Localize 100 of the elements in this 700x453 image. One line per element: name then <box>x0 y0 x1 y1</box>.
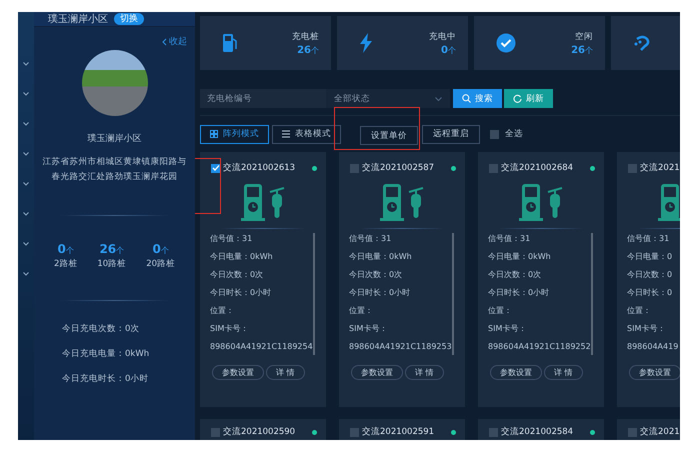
grid-icon[interactable] <box>210 130 218 138</box>
details-button[interactable]: 详 情 <box>405 365 444 380</box>
site-address: 江苏省苏州市相城区黄埭镇康阳路与春光路交汇处路劲璞玉澜岸花园 <box>42 156 188 184</box>
collapse-link[interactable]: 收起 <box>162 35 187 48</box>
chevron-down-icon[interactable] <box>23 62 29 66</box>
view-mode-tab[interactable]: 表格模式 <box>272 124 341 144</box>
info-line: 今日时长：0 <box>627 287 674 299</box>
charger-name: 交流2021002590 <box>223 426 296 438</box>
pile-count: 26个 <box>99 242 124 256</box>
pile-type-label: 2路桩 <box>54 258 78 270</box>
scrollbar[interactable] <box>312 233 315 355</box>
info-line: 信号值：31 <box>488 233 532 245</box>
info-line: 位置： <box>627 305 652 317</box>
chevron-down-icon[interactable] <box>23 242 29 246</box>
status-dot <box>312 166 317 170</box>
view-mode-tab[interactable]: 阵列模式 <box>200 124 269 144</box>
card-checkbox[interactable] <box>211 164 220 172</box>
today-stat: 今日充电时长：0小时 <box>62 373 150 385</box>
charger-drawing <box>518 182 564 222</box>
status-dot <box>312 430 317 434</box>
info-line: 今日次数：0次 <box>210 269 264 281</box>
info-line: 今日次数：0次 <box>488 269 542 281</box>
card-checkbox[interactable] <box>489 164 498 172</box>
stat-label: 空闲 <box>575 30 593 42</box>
info-line: 信号值：31 <box>349 233 392 245</box>
chevron-left-icon[interactable] <box>162 38 167 46</box>
search-icon[interactable] <box>462 94 471 103</box>
info-line: SIM卡号： <box>627 323 666 335</box>
pile-count: 0个 <box>57 242 74 256</box>
info-line: SIM卡号： <box>349 323 388 335</box>
lightning-icon <box>359 33 373 53</box>
info-line: 信号值：31 <box>627 233 670 245</box>
chevron-down-icon[interactable] <box>23 182 29 186</box>
params-button[interactable]: 参数设置 <box>629 365 680 380</box>
chevron-down-icon[interactable] <box>23 92 29 96</box>
status-dot <box>590 430 595 434</box>
info-line: 今日次数：0 <box>627 269 674 281</box>
details-button[interactable]: 详 情 <box>544 365 583 380</box>
info-line: 今日电量：0kWh <box>488 251 552 263</box>
charger-name: 交流2021002587 <box>362 162 436 174</box>
params-button[interactable]: 参数设置 <box>490 365 542 380</box>
select-all-checkbox[interactable] <box>490 130 499 138</box>
refresh-icon[interactable] <box>513 94 522 103</box>
info-line: SIM卡号： <box>488 323 528 335</box>
info-line: 位置： <box>488 305 513 317</box>
card-checkbox[interactable] <box>628 428 637 436</box>
pile-count: 0个 <box>152 242 169 256</box>
info-line: 今日时长：0小时 <box>349 287 412 299</box>
info-line: 898604A41921C1189252 <box>488 341 591 353</box>
info-line: 信号值：31 <box>210 233 254 245</box>
fuel-pump-icon <box>222 33 238 53</box>
charger-name: 交流2021002584 <box>501 426 574 438</box>
info-line: SIM卡号： <box>210 323 250 335</box>
stat-value: 26个 <box>571 44 593 56</box>
info-line: 位置： <box>210 305 235 317</box>
info-line: 今日时长：0小时 <box>210 287 272 299</box>
charger-drawing <box>379 182 425 222</box>
charger-name: 交流2021002684 <box>501 162 574 174</box>
charger-name: 交流2021002613 <box>223 162 296 174</box>
charger-name: 交流2021 <box>640 426 680 438</box>
chevron-down-icon[interactable] <box>23 272 29 276</box>
pile-type-label: 20路桩 <box>146 258 176 270</box>
code-field[interactable]: 充电枪编号 <box>200 89 326 108</box>
site-name: 璞玉澜岸小区 <box>88 132 142 145</box>
today-stat: 今日充电电量：0kWh <box>62 348 150 360</box>
stat-label: 充电桩 <box>292 30 319 42</box>
charger-drawing <box>240 182 286 222</box>
chevron-down-icon[interactable] <box>23 212 29 216</box>
chevron-down-icon[interactable] <box>23 152 29 156</box>
info-line: 位置： <box>349 305 374 317</box>
stat-value: 0个 <box>441 44 456 56</box>
details-button[interactable]: 详 情 <box>266 365 305 380</box>
remote-restart-button[interactable]: 远程重启 <box>422 124 480 144</box>
site-name: 璞玉澜岸小区 <box>48 12 108 26</box>
status-select[interactable]: 全部状态 <box>326 89 450 108</box>
card-checkbox[interactable] <box>211 428 220 436</box>
select-all-label: 全选 <box>505 128 523 140</box>
card-checkbox[interactable] <box>489 428 498 436</box>
chevron-down-icon[interactable] <box>435 96 442 100</box>
card-checkbox[interactable] <box>628 164 637 172</box>
status-dot <box>451 166 456 170</box>
params-button[interactable]: 参数设置 <box>212 365 264 380</box>
info-line: 今日电量：0kWh <box>210 251 274 263</box>
card-checkbox[interactable] <box>350 428 359 436</box>
pile-type-label: 10路桩 <box>97 258 126 270</box>
params-button[interactable]: 参数设置 <box>351 365 403 380</box>
charger-name: 交流2021 <box>640 162 680 174</box>
charger-name: 交流2021002591 <box>362 426 436 438</box>
chevron-down-icon[interactable] <box>23 122 29 126</box>
info-line: 今日次数：0次 <box>349 269 404 281</box>
scrollbar[interactable] <box>452 233 454 355</box>
status-dot <box>451 430 456 434</box>
card-checkbox[interactable] <box>350 164 359 172</box>
scrollbar[interactable] <box>590 233 593 355</box>
set-price-button[interactable]: 设置单价 <box>360 126 418 146</box>
list-icon[interactable] <box>282 130 290 138</box>
info-line: 898604A41921C1189254 <box>210 341 313 353</box>
today-stat: 今日充电次数：0次 <box>62 323 140 335</box>
stat-value: 26个 <box>297 44 319 56</box>
info-line: 898604A41921C1189253 <box>349 341 452 353</box>
